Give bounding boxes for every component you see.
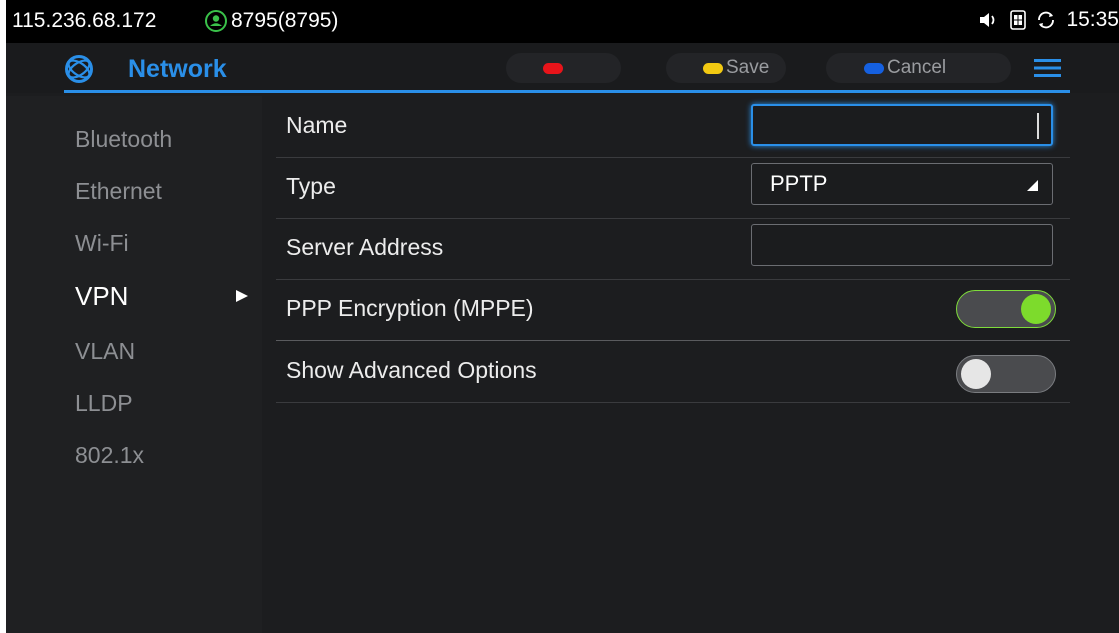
- server-address-label: Server Address: [286, 234, 444, 260]
- sidebar-item-vpn[interactable]: VPN: [75, 281, 128, 312]
- app-header: Network Save Cancel: [6, 43, 1119, 93]
- red-key-dot: [543, 62, 563, 74]
- row-advanced-options: Show Advanced Options: [276, 341, 1070, 403]
- cancel-label: Cancel: [887, 57, 947, 78]
- save-softkey[interactable]: Save: [666, 53, 786, 83]
- ip-address: 115.236.68.172: [12, 9, 157, 32]
- sidebar-item-8021x[interactable]: 802.1x: [75, 442, 144, 469]
- save-label: Save: [726, 57, 770, 78]
- account-label: 8795(8795): [231, 9, 339, 32]
- text-caret: [1037, 113, 1039, 139]
- account-icon: [205, 10, 227, 32]
- mppe-toggle[interactable]: [956, 290, 1056, 328]
- advanced-options-label: Show Advanced Options: [286, 357, 537, 383]
- type-value: PPTP: [770, 171, 828, 196]
- server-address-input[interactable]: [751, 224, 1053, 266]
- sim-icon: [1010, 10, 1027, 30]
- sidebar: Bluetooth Ethernet Wi-Fi VPN VLAN LLDP 8…: [6, 96, 262, 633]
- row-mppe: PPP Encryption (MPPE): [276, 279, 1070, 341]
- toggle-knob: [961, 359, 991, 389]
- row-type: Type PPTP: [276, 157, 1070, 219]
- advanced-options-toggle[interactable]: [956, 355, 1056, 393]
- toggle-knob: [1021, 294, 1051, 324]
- hamburger-menu-icon[interactable]: [1034, 57, 1061, 79]
- red-softkey[interactable]: [506, 53, 621, 83]
- type-label: Type: [286, 173, 336, 199]
- status-bar: 115.236.68.172 8795(8795) 15:35: [6, 0, 1119, 43]
- yellow-key-dot: [703, 62, 723, 74]
- name-input[interactable]: [751, 104, 1053, 146]
- header-underline: [64, 90, 1070, 93]
- dropdown-triangle-icon: [1027, 180, 1038, 191]
- row-name: Name: [276, 96, 1070, 158]
- selected-arrow-icon: [236, 290, 248, 302]
- sidebar-item-lldp[interactable]: LLDP: [75, 390, 133, 417]
- sync-icon: [1038, 11, 1055, 29]
- mppe-label: PPP Encryption (MPPE): [286, 295, 534, 321]
- page-title: Network: [128, 55, 227, 83]
- name-label: Name: [286, 112, 348, 138]
- type-select[interactable]: PPTP: [751, 163, 1053, 205]
- sidebar-item-wifi[interactable]: Wi-Fi: [75, 230, 129, 257]
- speaker-icon: [980, 13, 995, 27]
- sidebar-item-vlan[interactable]: VLAN: [75, 338, 135, 365]
- screen: 115.236.68.172 8795(8795) 15:35 Network …: [6, 0, 1119, 633]
- row-server-address: Server Address: [276, 218, 1070, 280]
- blue-key-dot: [864, 62, 884, 74]
- network-globe-icon: [65, 55, 93, 83]
- sidebar-item-ethernet[interactable]: Ethernet: [75, 178, 162, 205]
- clock: 15:35: [1066, 8, 1119, 31]
- cancel-softkey[interactable]: Cancel: [826, 53, 1011, 83]
- status-icons: 15:35: [978, 8, 1119, 32]
- sidebar-item-bluetooth[interactable]: Bluetooth: [75, 126, 172, 153]
